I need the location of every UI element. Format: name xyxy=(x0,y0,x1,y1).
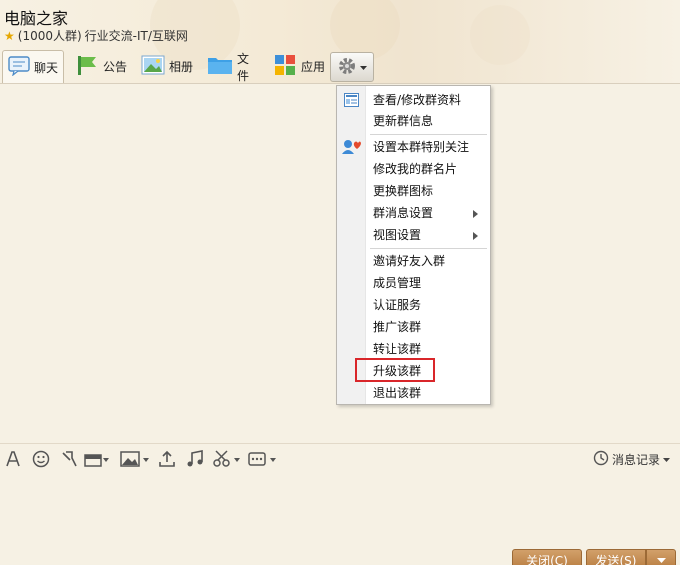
group-title: 电脑之家 xyxy=(4,9,69,28)
screenshot-scissors-icon[interactable] xyxy=(212,449,242,469)
menu-item-message-settings[interactable]: 群消息设置 xyxy=(373,202,488,224)
group-settings-button[interactable] xyxy=(330,52,374,82)
menu-item-member-management[interactable]: 成员管理 xyxy=(373,272,488,294)
upload-icon[interactable] xyxy=(158,449,176,469)
chat-bubble-icon xyxy=(8,55,30,79)
shake-icon[interactable] xyxy=(60,449,78,469)
message-log-button[interactable]: 消息记录 xyxy=(593,449,670,469)
menu-item-special-follow[interactable]: 设置本群特别关注 xyxy=(373,136,488,158)
group-category[interactable]: 行业交流-IT/互联网 xyxy=(85,27,188,44)
tab-announcement-label: 公告 xyxy=(103,60,128,74)
image-icon[interactable] xyxy=(120,449,150,469)
special-follow-icon xyxy=(341,139,361,158)
message-input[interactable] xyxy=(0,471,680,551)
menu-item-view-settings-label: 视图设置 xyxy=(373,228,422,242)
tab-album[interactable]: 相册 xyxy=(136,50,198,83)
close-button-label: 关闭(C) xyxy=(526,553,568,565)
send-options-dropdown[interactable] xyxy=(646,549,676,565)
gift-icon[interactable] xyxy=(84,449,110,469)
folder-icon xyxy=(207,54,233,79)
tab-chat-label: 聊天 xyxy=(34,60,59,75)
more-icon[interactable] xyxy=(248,449,280,469)
emoji-icon[interactable] xyxy=(32,449,50,469)
input-toolbar: 消息记录 xyxy=(0,447,680,471)
tab-files-label: 文件 xyxy=(237,51,250,83)
tab-announcement[interactable]: 公告 xyxy=(70,50,132,83)
group-profile-icon xyxy=(344,93,359,110)
menu-separator xyxy=(370,248,487,249)
submenu-arrow-icon xyxy=(473,232,478,240)
photo-album-icon xyxy=(141,54,165,79)
tab-album-label: 相册 xyxy=(169,60,194,74)
menu-item-quit-group[interactable]: 退出该群 xyxy=(373,382,488,404)
menu-item-edit-group-card[interactable]: 修改我的群名片 xyxy=(373,158,488,180)
send-button-label: 发送(S) xyxy=(595,553,637,565)
send-button[interactable]: 发送(S) xyxy=(586,549,646,565)
tab-apps-label: 应用 xyxy=(301,60,326,74)
message-log-label: 消息记录 xyxy=(611,452,660,467)
menu-item-promote-group[interactable]: 推广该群 xyxy=(373,316,488,338)
menu-item-refresh-group-info[interactable]: 更新群信息 xyxy=(373,110,488,132)
chevron-down-icon xyxy=(360,60,367,74)
font-icon[interactable] xyxy=(5,449,21,469)
tab-apps[interactable]: 应用 xyxy=(268,50,330,83)
close-button[interactable]: 关闭(C) xyxy=(512,549,582,565)
menu-icon-column xyxy=(337,86,366,404)
menu-item-invite-friends[interactable]: 邀请好友入群 xyxy=(373,250,488,272)
group-toolbar: 聊天 公告 相册 文件 应用 xyxy=(0,50,680,84)
star-icon: ★ xyxy=(4,28,15,43)
submenu-arrow-icon xyxy=(473,210,478,218)
highlight-box xyxy=(355,358,435,382)
clock-icon xyxy=(593,450,609,469)
input-divider xyxy=(0,443,680,444)
music-icon[interactable] xyxy=(186,449,204,469)
menu-separator xyxy=(370,134,487,135)
group-settings-menu: 查看/修改群资料 更新群信息 设置本群特别关注 修改我的群名片 更换群图标 群消… xyxy=(336,85,491,405)
gear-icon xyxy=(337,56,357,79)
menu-item-view-settings[interactable]: 视图设置 xyxy=(373,224,488,246)
tab-chat[interactable]: 聊天 xyxy=(2,50,64,83)
chevron-down-icon xyxy=(663,452,670,466)
menu-item-view-edit-group-profile[interactable]: 查看/修改群资料 xyxy=(373,89,488,111)
menu-item-verification-service[interactable]: 认证服务 xyxy=(373,294,488,316)
member-count: (1000人群) xyxy=(17,29,82,43)
menu-item-transfer-group[interactable]: 转让该群 xyxy=(373,338,488,360)
group-subtitle: ★ (1000人群) 行业交流-IT/互联网 xyxy=(4,27,188,44)
menu-item-change-group-icon[interactable]: 更换群图标 xyxy=(373,180,488,202)
announcement-flag-icon xyxy=(75,53,99,80)
tab-files[interactable]: 文件 xyxy=(202,50,264,83)
menu-item-message-settings-label: 群消息设置 xyxy=(373,206,434,220)
chevron-down-icon xyxy=(656,553,666,565)
apps-grid-icon xyxy=(273,53,297,80)
